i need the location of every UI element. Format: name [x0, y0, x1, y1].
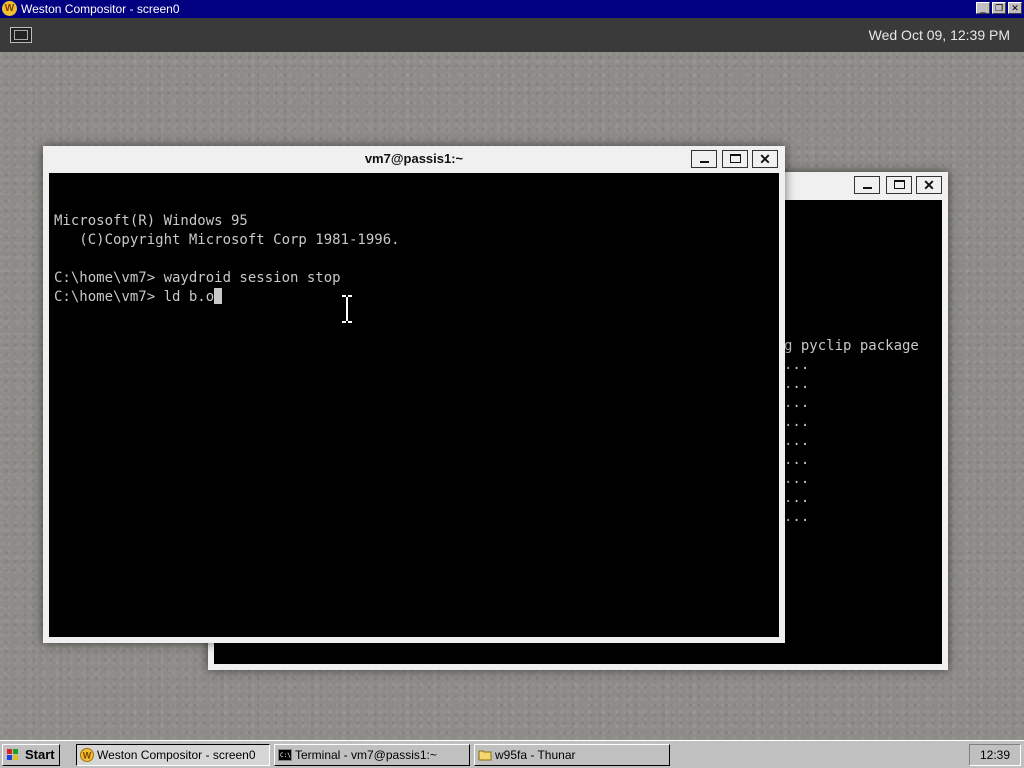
tray-clock: 12:39 [969, 744, 1021, 766]
back-minimize-button[interactable] [854, 176, 880, 194]
terminal-launcher-icon[interactable] [10, 27, 32, 43]
terminal-line: (C)Copyright Microsoft Corp 1981-1996. [54, 232, 400, 248]
outer-window-title: Weston Compositor - screen0 [21, 2, 180, 16]
back-terminal-line: ... [784, 471, 810, 487]
svg-text:C:\: C:\ [280, 752, 291, 759]
back-terminal-line: ... [784, 414, 810, 430]
terminal-input-line[interactable]: C:\home\vm7> ld b.o [54, 288, 779, 307]
svg-text:W: W [83, 751, 92, 761]
back-maximize-button[interactable] [886, 176, 912, 194]
panel-clock: Wed Oct 09, 12:39 PM [868, 27, 1010, 43]
ibeam-cursor-icon [342, 294, 352, 324]
weston-icon: W [80, 748, 94, 762]
outer-close-button[interactable]: ✕ [1008, 2, 1022, 14]
start-label: Start [25, 747, 55, 762]
front-terminal-window[interactable]: vm7@passis1:~ ✕ Microsoft(R) Windows 95 … [43, 146, 785, 643]
terminal-icon: C:\ [278, 749, 292, 761]
terminal-line: C:\home\vm7> waydroid session stop [54, 270, 341, 286]
task-label: w95fa - Thunar [495, 748, 576, 762]
task-thunar[interactable]: w95fa - Thunar [474, 744, 670, 766]
front-close-button[interactable]: ✕ [752, 150, 778, 168]
windows-logo-icon [7, 749, 18, 760]
back-close-button[interactable]: ✕ [916, 176, 942, 194]
task-label: Terminal - vm7@passis1:~ [295, 748, 437, 762]
back-terminal-line: ... [784, 376, 810, 392]
text-cursor [214, 288, 223, 304]
taskbar: Start W Weston Compositor - screen0 C:\ … [0, 740, 1024, 768]
weston-panel: Wed Oct 09, 12:39 PM [0, 18, 1024, 52]
terminal-line: Microsoft(R) Windows 95 [54, 213, 248, 229]
folder-icon [478, 750, 492, 761]
front-window-title: vm7@passis1:~ [364, 151, 464, 166]
front-window-titlebar[interactable]: vm7@passis1:~ ✕ [43, 146, 785, 172]
task-label: Weston Compositor - screen0 [97, 748, 256, 762]
back-terminal-line: ... [784, 357, 810, 373]
back-terminal-line: ... [784, 395, 810, 411]
task-terminal[interactable]: C:\ Terminal - vm7@passis1:~ [274, 744, 470, 766]
terminal-prompt: C:\home\vm7> [54, 289, 164, 305]
back-terminal-line: ... [784, 509, 810, 525]
weston-logo-icon: W [2, 1, 17, 16]
back-terminal-line: g pyclip package [784, 338, 919, 354]
task-weston-compositor[interactable]: W Weston Compositor - screen0 [76, 744, 270, 766]
back-terminal-line: ... [784, 490, 810, 506]
terminal-input[interactable]: ld b.o [164, 289, 215, 305]
front-maximize-button[interactable] [722, 150, 748, 168]
outer-minimize-button[interactable]: _ [976, 2, 990, 14]
back-terminal-line: ... [784, 433, 810, 449]
outer-window-titlebar[interactable]: W Weston Compositor - screen0 _ ❐ ✕ [0, 0, 1024, 18]
outer-restore-button[interactable]: ❐ [992, 2, 1006, 14]
start-button[interactable]: Start [2, 744, 60, 766]
front-minimize-button[interactable] [691, 150, 717, 168]
front-terminal-output[interactable]: Microsoft(R) Windows 95 (C)Copyright Mic… [49, 173, 779, 637]
back-terminal-line: ... [784, 452, 810, 468]
